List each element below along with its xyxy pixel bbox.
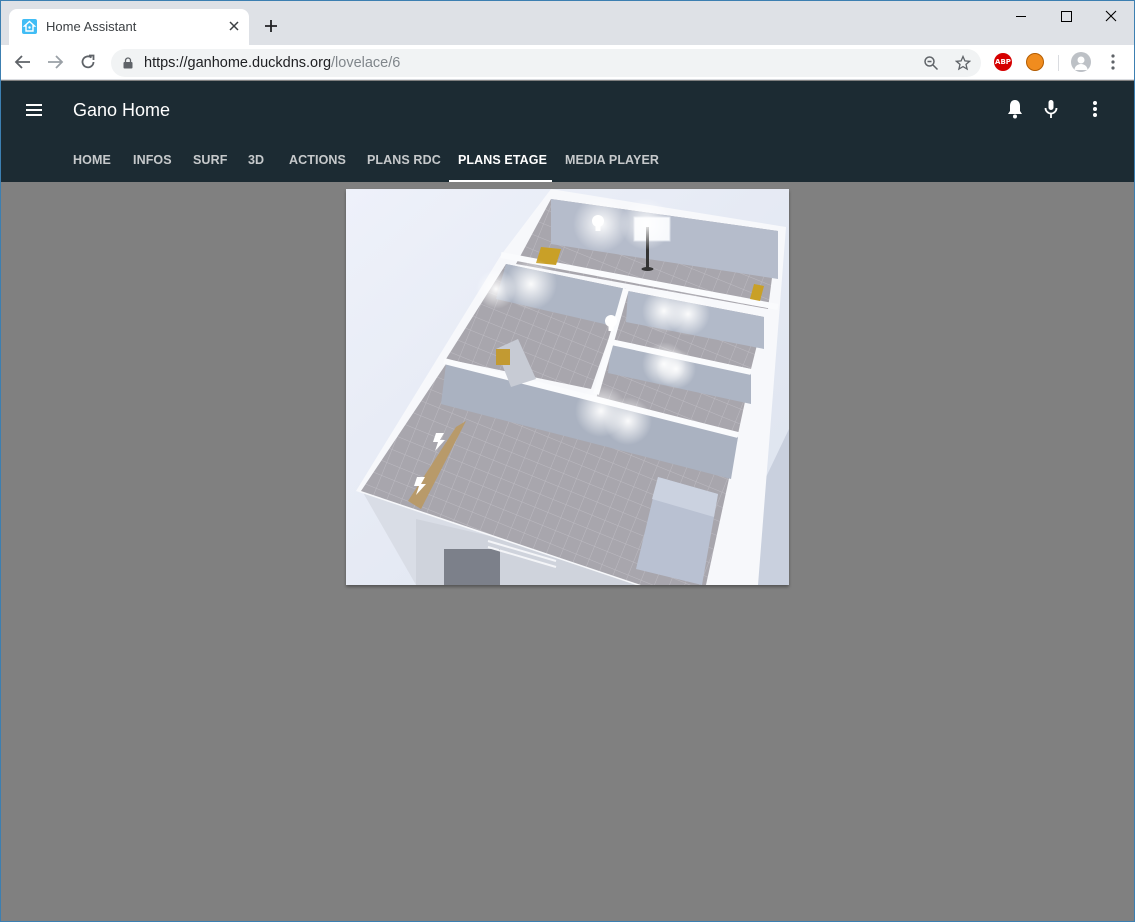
basketball-extension-icon[interactable]: [1026, 53, 1044, 71]
url-path: /lovelace/6: [331, 55, 401, 71]
url-domain: https://ganhome.duckdns.org: [144, 55, 332, 71]
page-title: Gano Home: [73, 100, 171, 120]
address-bar[interactable]: https://ganhome.duckdns.org/lovelace/6: [111, 49, 981, 77]
browser-tab[interactable]: Home Assistant: [9, 9, 249, 45]
plus-icon[interactable]: [263, 18, 279, 34]
tab-infos[interactable]: INFOS: [133, 153, 172, 167]
tab-title: Home Assistant: [46, 19, 137, 34]
floorplan-image: [346, 189, 789, 585]
ha-app-header: Gano Home HOME INFOS SURF 3D ACTIONS PLA…: [1, 81, 1134, 182]
adblock-extension-icon[interactable]: ABP: [994, 53, 1012, 71]
browser-menu-icon[interactable]: [1105, 53, 1121, 71]
minimize-icon[interactable]: [998, 1, 1044, 31]
reload-icon[interactable]: [79, 53, 97, 71]
view-content: [1, 182, 1134, 921]
window-close-icon[interactable]: [1088, 1, 1134, 31]
profile-avatar-icon[interactable]: [1071, 52, 1091, 72]
tab-actions[interactable]: ACTIONS: [289, 153, 346, 167]
lock-icon[interactable]: [123, 57, 133, 69]
tab-surf[interactable]: SURF: [193, 153, 227, 167]
browser-toolbar: https://ganhome.duckdns.org/lovelace/6 A…: [1, 45, 1134, 80]
back-arrow-icon[interactable]: [14, 53, 32, 71]
forward-arrow-icon[interactable]: [46, 53, 64, 71]
home-assistant-favicon-icon: [22, 19, 37, 34]
close-icon[interactable]: [226, 18, 242, 34]
more-vert-icon[interactable]: [1083, 97, 1107, 121]
tab-plans-rdc[interactable]: PLANS RDC: [367, 153, 441, 167]
tab-plans-etage[interactable]: PLANS ETAGE: [458, 153, 547, 167]
star-icon[interactable]: [955, 55, 971, 71]
floorplan-card: [346, 189, 789, 585]
browser-window: Home Assistant https://ganhome.duckdns.o…: [0, 0, 1135, 922]
url-text: https://ganhome.duckdns.org/lovelace/6: [144, 55, 400, 71]
maximize-icon[interactable]: [1043, 1, 1089, 31]
title-bar: Home Assistant: [1, 1, 1134, 45]
zoom-icon[interactable]: [923, 55, 939, 71]
menu-icon[interactable]: [22, 98, 46, 122]
bell-icon[interactable]: [1003, 97, 1027, 121]
view-tabs: HOME INFOS SURF 3D ACTIONS PLANS RDC PLA…: [1, 139, 1134, 182]
tab-home[interactable]: HOME: [73, 153, 111, 167]
toolbar-divider: [1058, 55, 1059, 71]
tab-media-player[interactable]: MEDIA PLAYER: [565, 153, 659, 167]
microphone-icon[interactable]: [1039, 97, 1063, 121]
tab-3d[interactable]: 3D: [248, 153, 264, 167]
